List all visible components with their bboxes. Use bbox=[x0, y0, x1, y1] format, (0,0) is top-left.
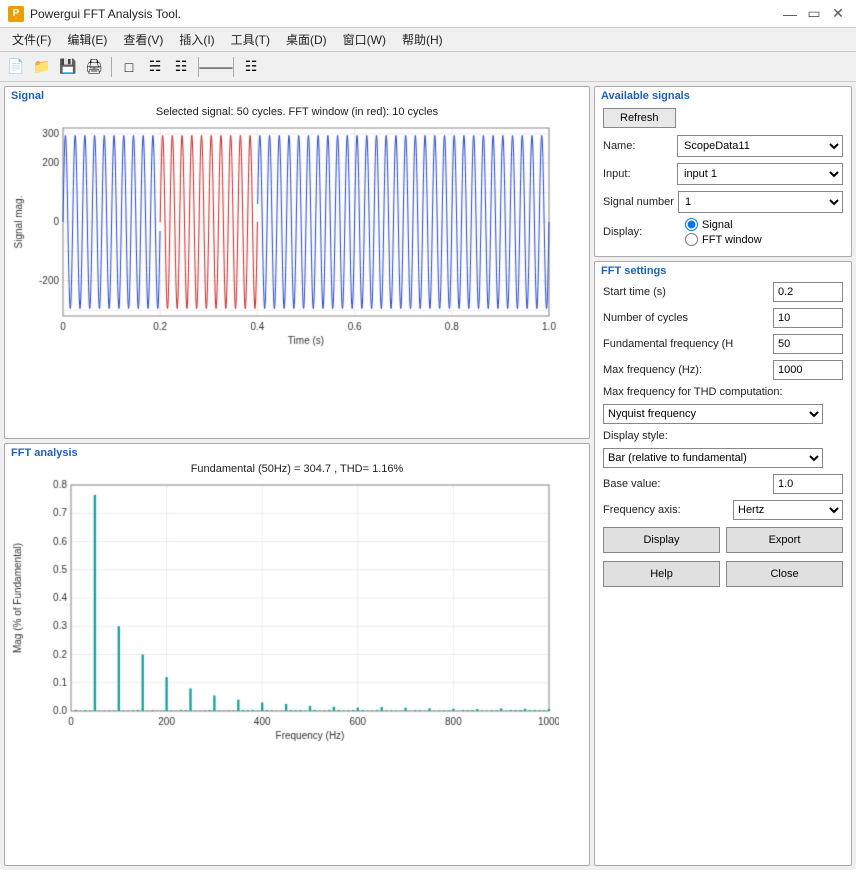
menu-window[interactable]: 窗口(W) bbox=[335, 29, 394, 50]
available-signals-panel: Available signals Refresh Name: ScopeDat… bbox=[594, 86, 852, 257]
fund-freq-label: Fundamental frequency (H bbox=[603, 338, 771, 350]
export-button[interactable]: Export bbox=[726, 527, 843, 553]
tb-btn-9[interactable]: ☷ bbox=[239, 55, 263, 79]
signal-panel-title: Signal bbox=[5, 87, 589, 104]
num-cycles-label: Number of cycles bbox=[603, 312, 771, 324]
input-label: Input: bbox=[603, 168, 673, 180]
fft-settings-panel: FFT settings Start time (s) Number of cy… bbox=[594, 261, 852, 866]
fft-settings-title: FFT settings bbox=[595, 262, 851, 279]
radio-signal: Signal bbox=[685, 218, 762, 231]
radio-signal-label: Signal bbox=[702, 219, 733, 231]
menu-tools[interactable]: 工具(T) bbox=[223, 29, 278, 50]
toolbar-separator-3 bbox=[233, 57, 234, 77]
display-style-select-row: Bar (relative to fundamental) bbox=[595, 445, 851, 471]
tb-btn-7[interactable]: ☷ bbox=[169, 55, 193, 79]
toolbar: 📄 📁 💾 🖨 □ ☵ ☷ ⸻ ☷ bbox=[0, 52, 856, 82]
print-button[interactable]: 🖨 bbox=[82, 55, 106, 79]
start-time-label: Start time (s) bbox=[603, 286, 771, 298]
fft-plot-area: Fundamental (50Hz) = 304.7 , THD= 1.16% bbox=[5, 461, 589, 751]
freq-axis-label: Frequency axis: bbox=[603, 504, 731, 516]
open-button[interactable]: 📁 bbox=[30, 55, 54, 79]
input-select[interactable]: input 1 bbox=[677, 163, 843, 185]
display-style-label: Display style: bbox=[603, 430, 843, 442]
signal-number-label: Signal number bbox=[603, 196, 674, 208]
save-button[interactable]: 💾 bbox=[56, 55, 80, 79]
display-label: Display: bbox=[603, 226, 673, 238]
radio-fft-window: FFT window bbox=[685, 233, 762, 246]
base-value-input[interactable] bbox=[773, 474, 843, 494]
display-style-label-row: Display style: bbox=[595, 427, 851, 445]
thd-label: Max frequency for THD computation: bbox=[603, 386, 843, 398]
base-value-label: Base value: bbox=[603, 478, 771, 490]
num-cycles-input[interactable] bbox=[773, 308, 843, 328]
thd-label-row: Max frequency for THD computation: bbox=[595, 383, 851, 401]
fft-panel: FFT analysis Fundamental (50Hz) = 304.7 … bbox=[4, 443, 590, 866]
left-panel: Signal Selected signal: 50 cycles. FFT w… bbox=[4, 86, 590, 866]
new-button[interactable]: 📄 bbox=[4, 55, 28, 79]
tb-btn-5[interactable]: □ bbox=[117, 55, 141, 79]
menu-help[interactable]: 帮助(H) bbox=[394, 29, 451, 50]
cursor-button[interactable]: ⸻ bbox=[204, 55, 228, 79]
help-button[interactable]: Help bbox=[603, 561, 720, 587]
display-style-select[interactable]: Bar (relative to fundamental) bbox=[603, 448, 823, 468]
name-label: Name: bbox=[603, 140, 673, 152]
signal-number-row: Signal number 1 bbox=[595, 188, 851, 216]
max-freq-input[interactable] bbox=[773, 360, 843, 380]
display-radio-group: Signal FFT window bbox=[677, 218, 762, 246]
minimize-button[interactable]: — bbox=[780, 4, 800, 24]
fft-plot-title: Fundamental (50Hz) = 304.7 , THD= 1.16% bbox=[11, 463, 583, 475]
menu-file[interactable]: 文件(F) bbox=[4, 29, 59, 50]
right-panel: Available signals Refresh Name: ScopeDat… bbox=[594, 86, 852, 866]
input-row: Input: input 1 bbox=[595, 160, 851, 188]
display-button[interactable]: Display bbox=[603, 527, 720, 553]
menu-bar: 文件(F) 编辑(E) 查看(V) 插入(I) 工具(T) 桌面(D) 窗口(W… bbox=[0, 28, 856, 52]
restore-button[interactable]: ▭ bbox=[804, 4, 824, 24]
app-icon: P bbox=[8, 6, 24, 22]
radio-fft-window-input[interactable] bbox=[685, 233, 698, 246]
signal-canvas bbox=[11, 120, 559, 350]
base-value-row: Base value: bbox=[595, 471, 851, 497]
name-select[interactable]: ScopeData11 bbox=[677, 135, 843, 157]
signal-number-select[interactable]: 1 bbox=[678, 191, 843, 213]
available-signals-title: Available signals bbox=[595, 87, 851, 104]
refresh-button[interactable]: Refresh bbox=[603, 108, 676, 128]
signal-plot-title: Selected signal: 50 cycles. FFT window (… bbox=[11, 106, 583, 118]
toolbar-separator-1 bbox=[111, 57, 112, 77]
freq-axis-select[interactable]: Hertz bbox=[733, 500, 843, 520]
action-buttons-row: Display Export bbox=[595, 523, 851, 557]
start-time-input[interactable] bbox=[773, 282, 843, 302]
name-row: Name: ScopeData11 bbox=[595, 132, 851, 160]
help-buttons-row: Help Close bbox=[595, 557, 851, 591]
window-controls: — ▭ ✕ bbox=[780, 4, 848, 24]
thd-select[interactable]: Nyquist frequency bbox=[603, 404, 823, 424]
display-row: Display: Signal FFT window bbox=[595, 216, 851, 248]
close-button[interactable]: Close bbox=[726, 561, 843, 587]
max-freq-label: Max frequency (Hz): bbox=[603, 364, 771, 376]
menu-insert[interactable]: 插入(I) bbox=[171, 29, 222, 50]
fft-canvas bbox=[11, 477, 559, 747]
title-bar: P Powergui FFT Analysis Tool. — ▭ ✕ bbox=[0, 0, 856, 28]
radio-fft-window-label: FFT window bbox=[702, 234, 762, 246]
main-content: Signal Selected signal: 50 cycles. FFT w… bbox=[0, 82, 856, 870]
max-freq-row: Max frequency (Hz): bbox=[595, 357, 851, 383]
tb-btn-6[interactable]: ☵ bbox=[143, 55, 167, 79]
window-title: Powergui FFT Analysis Tool. bbox=[30, 7, 780, 21]
close-button[interactable]: ✕ bbox=[828, 4, 848, 24]
signal-plot-area: Selected signal: 50 cycles. FFT window (… bbox=[5, 104, 589, 354]
menu-view[interactable]: 查看(V) bbox=[115, 29, 171, 50]
fund-freq-input[interactable] bbox=[773, 334, 843, 354]
signal-panel: Signal Selected signal: 50 cycles. FFT w… bbox=[4, 86, 590, 439]
num-cycles-row: Number of cycles bbox=[595, 305, 851, 331]
menu-edit[interactable]: 编辑(E) bbox=[59, 29, 115, 50]
fft-panel-title: FFT analysis bbox=[5, 444, 589, 461]
menu-desktop[interactable]: 桌面(D) bbox=[278, 29, 335, 50]
start-time-row: Start time (s) bbox=[595, 279, 851, 305]
thd-select-row: Nyquist frequency bbox=[595, 401, 851, 427]
fund-freq-row: Fundamental frequency (H bbox=[595, 331, 851, 357]
radio-signal-input[interactable] bbox=[685, 218, 698, 231]
freq-axis-row: Frequency axis: Hertz bbox=[595, 497, 851, 523]
